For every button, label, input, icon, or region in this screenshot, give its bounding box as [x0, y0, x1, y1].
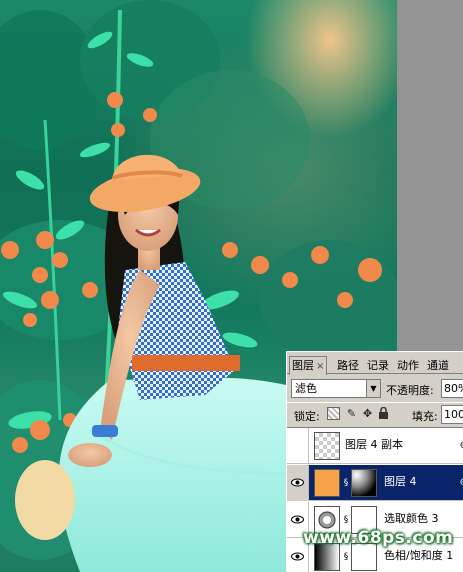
chain-icon: § [343, 515, 349, 525]
opacity-label: 不透明度: [386, 384, 434, 397]
blend-mode-value: 滤色 [295, 382, 317, 395]
eye-icon [291, 515, 304, 524]
tab-channels[interactable]: 通道 [425, 357, 451, 374]
tab-actions[interactable]: 动作 [395, 357, 421, 374]
watermark: www.68ps.com [303, 528, 454, 548]
layer-list: 图层 4 副本 ⊖ § 图层 4 ⊖ § 选取颜色 3 [287, 427, 463, 572]
chain-icon: § [343, 478, 349, 488]
tab-layers[interactable]: 图层 × [289, 356, 328, 375]
eye-icon [291, 478, 304, 487]
mask-thumbnail [351, 469, 377, 497]
workspace-background [397, 0, 463, 350]
close-icon[interactable]: × [316, 361, 324, 372]
visibility-toggle[interactable] [287, 428, 309, 464]
visibility-toggle[interactable] [287, 465, 309, 501]
tab-label: 图层 [292, 359, 314, 372]
layer-row[interactable]: 图层 4 副本 ⊖ [287, 428, 463, 464]
move-icon[interactable]: ✥ [361, 407, 374, 420]
link-icon: ⊖ [460, 477, 463, 488]
chevron-down-icon[interactable]: ▼ [366, 380, 380, 397]
layer-row-selected[interactable]: § 图层 4 ⊖ [287, 465, 463, 501]
link-icon: ⊖ [460, 440, 463, 451]
chain-icon: § [343, 552, 349, 562]
blend-mode-select[interactable]: 滤色 ▼ [291, 379, 381, 398]
layer-name: 图层 4 [384, 475, 417, 488]
fill-label: 填充: [412, 410, 438, 423]
brush-icon[interactable]: ✎ [345, 407, 358, 420]
transparency-lock-icon[interactable] [327, 407, 340, 420]
blend-row: 滤色 ▼ 不透明度: 80% [287, 377, 463, 399]
eye-icon [291, 552, 304, 561]
layer-thumbnail [314, 469, 340, 497]
layer-name: 选取颜色 3 [384, 512, 439, 525]
tab-history[interactable]: 记录 [365, 357, 391, 374]
lock-label: 锁定: [294, 410, 320, 423]
layer-thumbnail [314, 432, 340, 460]
lock-icon[interactable] [377, 406, 390, 420]
lock-row: 锁定: ✎ ✥ 填充: 100% [287, 402, 463, 424]
layer-name: 图层 4 副本 [345, 438, 403, 451]
fill-input[interactable]: 100% [441, 405, 463, 424]
layer-name: 色相/饱和度 1 [384, 549, 454, 562]
panel-tab-bar: 图层 × 路径 记录 动作 通道 [287, 352, 463, 375]
tab-paths[interactable]: 路径 [335, 357, 361, 374]
opacity-input[interactable]: 80% [441, 379, 463, 398]
